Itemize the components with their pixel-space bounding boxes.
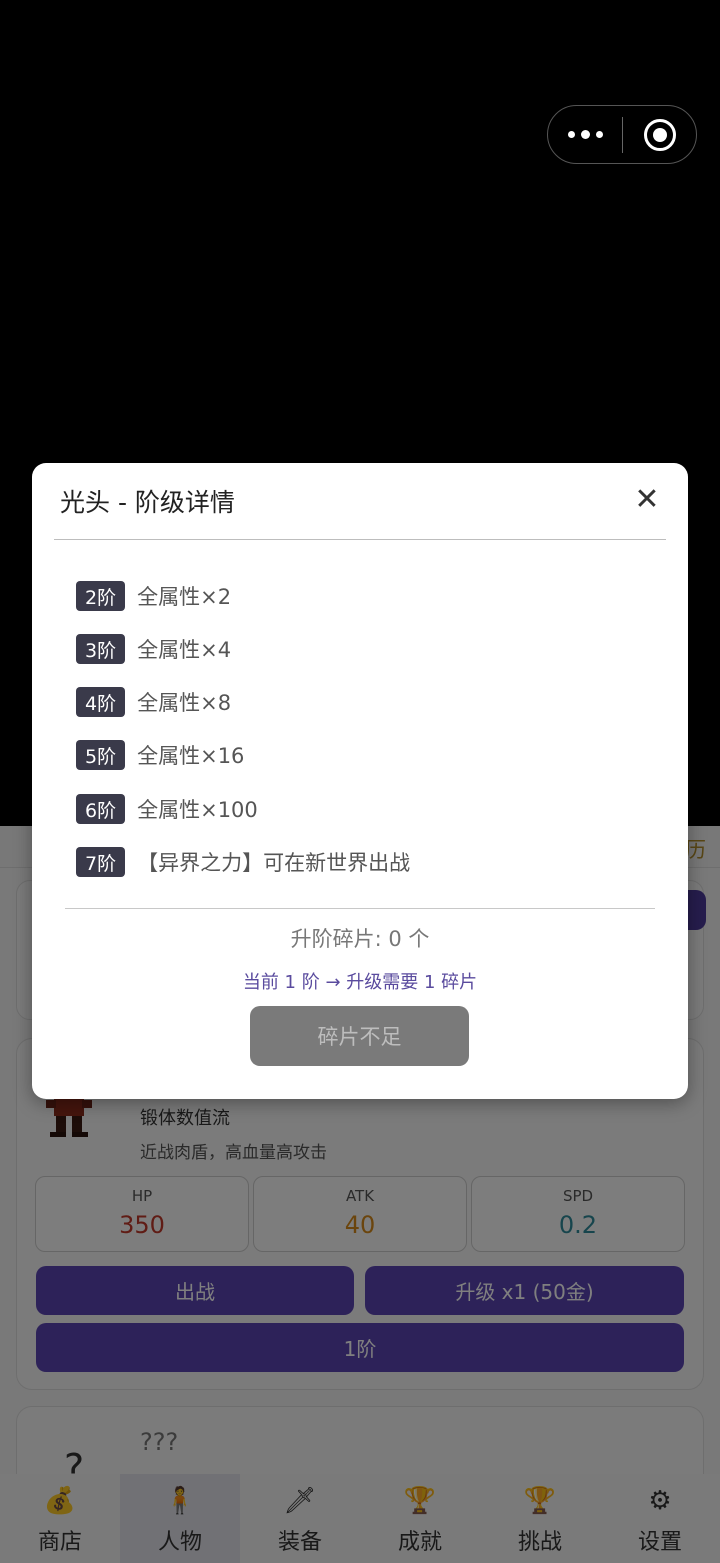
divider [54,539,666,540]
tier-bonus: 全属性×16 [137,744,245,768]
tier-row: 7阶 【异界之力】可在新世界出战 [76,847,410,877]
target-circle-icon [643,118,676,151]
tier-row: 4阶 全属性×8 [76,687,231,717]
divider [65,908,655,909]
tier-badge: 7阶 [76,847,126,877]
tier-bonus: 全属性×8 [137,691,232,715]
fragment-count: 升阶碎片: 0 个 [290,927,430,951]
tier-badge: 4阶 [76,687,126,717]
tier-badge: 2阶 [76,581,126,611]
tier-row: 5阶 全属性×16 [76,740,244,770]
tier-row: 3阶 全属性×4 [76,634,231,664]
tier-bonus: 全属性×100 [137,798,258,822]
modal-title: 光头 - 阶级详情 [60,488,235,517]
exit-miniprogram-button[interactable] [623,106,696,163]
miniprogram-capsule [547,105,697,164]
more-dot [595,131,603,138]
tier-badge: 6阶 [76,794,126,824]
tier-bonus: 全属性×2 [137,585,232,609]
tier-badge: 5阶 [76,740,126,770]
tier-bonus: 全属性×4 [137,638,232,662]
tier-badge: 3阶 [76,634,126,664]
more-dot [580,130,590,139]
tier-row: 6阶 全属性×100 [76,794,258,824]
upgrade-requirement: 当前 1 阶 → 升级需要 1 碎片 [242,972,478,993]
more-dot [567,131,575,138]
tier-details-modal: 光头 - 阶级详情 ✕ 2阶 全属性×2 3阶 全属性×4 4阶 全属性×8 5… [32,463,688,1099]
insufficient-fragments-button[interactable]: 碎片不足 [250,1006,469,1066]
tier-bonus: 【异界之力】可在新世界出战 [137,851,411,875]
tier-row: 2阶 全属性×2 [76,581,231,611]
more-menu-button[interactable] [548,106,622,163]
close-icon[interactable]: ✕ [632,485,662,515]
